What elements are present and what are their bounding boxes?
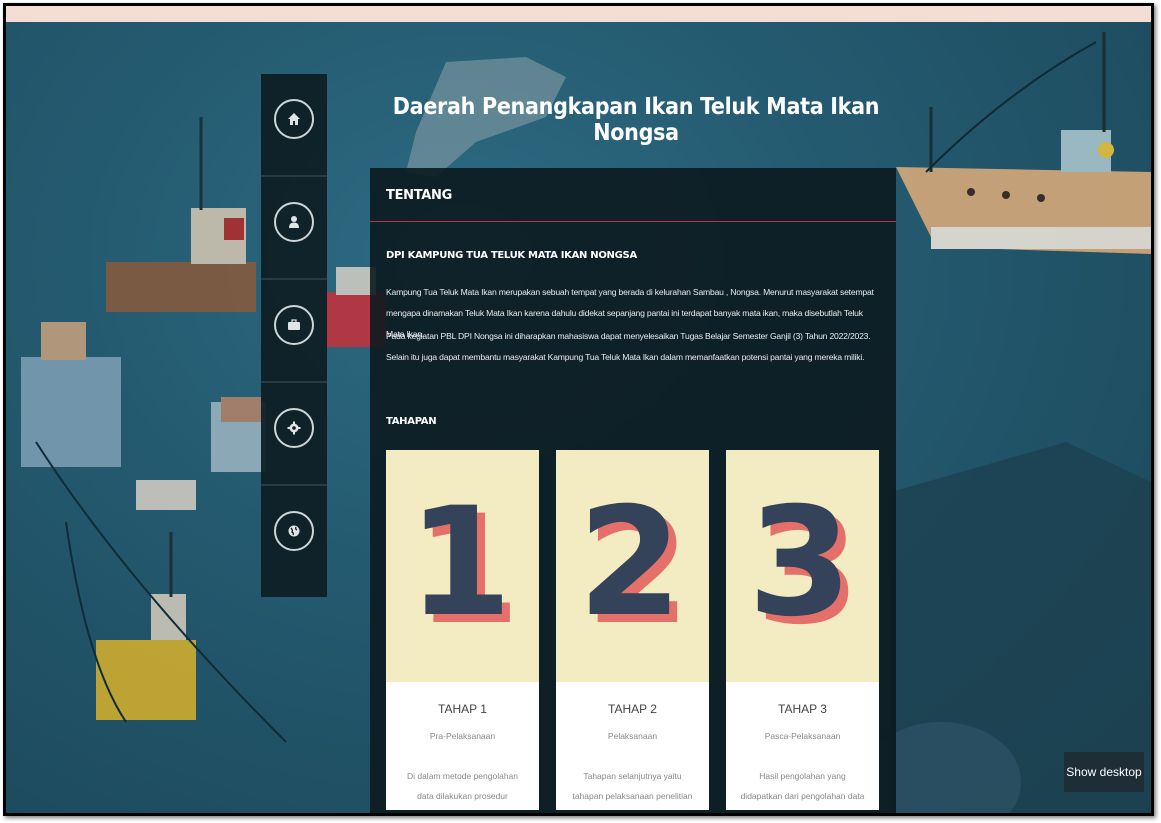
briefcase-icon	[274, 305, 314, 345]
stage-title: TAHAP 1	[438, 702, 487, 716]
stage-number: 2	[578, 476, 682, 650]
stage-number-graphic: 3 3	[748, 476, 860, 658]
stage-number-art: 3 3	[726, 450, 879, 682]
stage-description: Di dalam metode pengolahan data dilakuka…	[406, 771, 519, 816]
about-paragraph-2: Pada kegiatan PBL DPI Nongsa ini diharap…	[386, 331, 871, 362]
panel-header-label: TENTANG	[386, 188, 452, 203]
page-title: Daerah Penangkapan Ikan Teluk Mata Ikan …	[392, 94, 880, 146]
stage-number-graphic: 2 2	[578, 476, 690, 658]
stage-number-art: 2 2	[556, 450, 709, 682]
stage-number-art: 1 1	[386, 450, 539, 682]
gear-icon	[274, 408, 314, 448]
home-icon	[274, 99, 314, 139]
show-desktop-button[interactable]: Show desktop	[1064, 752, 1144, 792]
globe-icon	[274, 511, 314, 551]
side-navigation	[261, 74, 327, 597]
panel-header: TENTANG	[370, 168, 896, 222]
stage-description: Hasil pengolahan yang didapatkan dari pe…	[740, 771, 865, 816]
about-title: DPI KAMPUNG TUA TELUK MATA IKAN NONGSA	[386, 250, 637, 261]
stage-number-graphic: 1 1	[408, 476, 520, 658]
stage-title: TAHAP 2	[608, 702, 657, 716]
nav-item-profile[interactable]	[261, 177, 327, 280]
nav-item-home[interactable]	[261, 74, 327, 177]
nav-item-portfolio[interactable]	[261, 280, 327, 383]
top-strip	[6, 6, 1151, 22]
stage-number: 1	[408, 476, 512, 650]
browser-frame: Daerah Penangkapan Ikan Teluk Mata Ikan …	[3, 3, 1154, 816]
stage-subtitle: Pra-Pelaksanaan	[429, 731, 496, 741]
stages-title: TAHAPAN	[386, 416, 437, 427]
stage-card-3[interactable]: 3 3 TAHAP 3 Pasca-Pelaksanaan Hasil peng…	[726, 450, 879, 813]
nav-item-settings[interactable]	[261, 383, 327, 486]
user-icon	[274, 202, 314, 242]
stage-card-1[interactable]: 1 1 TAHAP 1 Pra-Pelaksanaan Di dalam met…	[386, 450, 539, 813]
nav-item-globe[interactable]	[261, 486, 327, 589]
stage-card-2[interactable]: 2 2 TAHAP 2 Pelaksanaan Tahapan selanjut…	[556, 450, 709, 813]
stage-subtitle: Pasca-Pelaksanaan	[764, 731, 841, 741]
stage-description: Tahapan selanjutnya yaitu tahapan pelaks…	[572, 771, 693, 816]
about-panel: TENTANG DPI KAMPUNG TUA TELUK MATA IKAN …	[370, 168, 896, 813]
stage-title: TAHAP 3	[778, 702, 827, 716]
stage-number: 3	[748, 476, 852, 650]
stage-subtitle: Pelaksanaan	[607, 731, 658, 741]
